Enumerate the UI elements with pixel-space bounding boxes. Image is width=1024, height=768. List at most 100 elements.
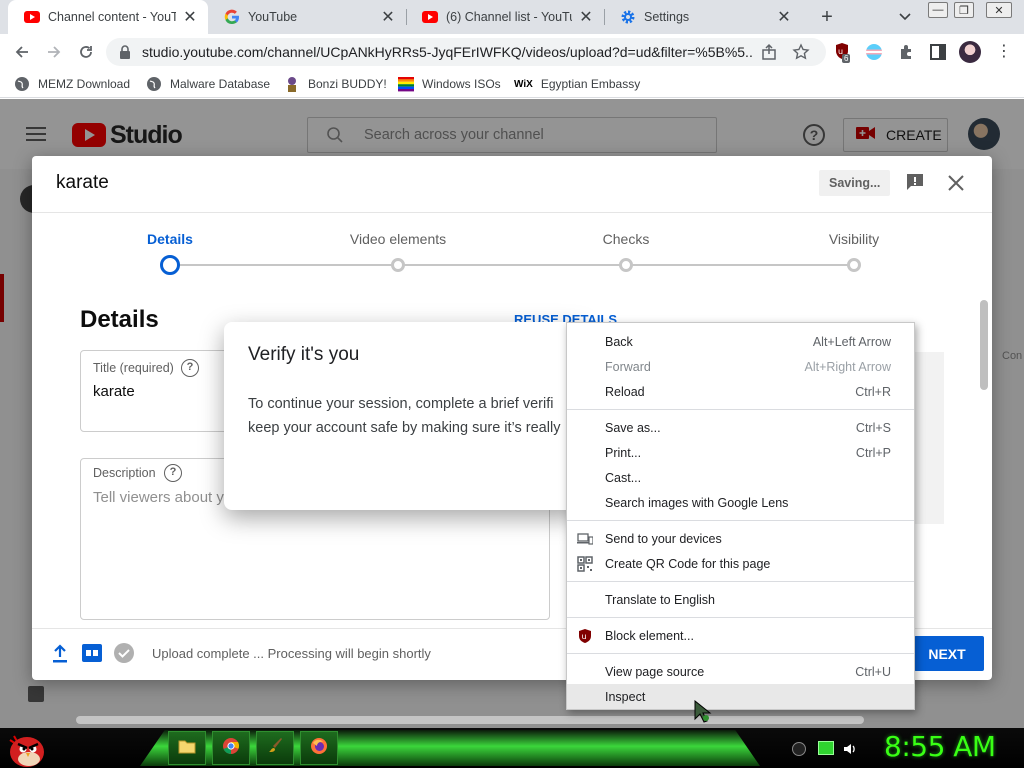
ublock-extension-icon[interactable]: u 6 <box>834 42 854 66</box>
menu-item-view-page-source[interactable]: View page source Ctrl+U <box>567 659 914 684</box>
menu-item-shortcut: Ctrl+P <box>855 445 891 460</box>
restore-button[interactable]: ❐ <box>954 2 974 18</box>
lock-icon[interactable] <box>118 44 132 60</box>
pride-extension-icon[interactable] <box>866 44 882 60</box>
youtube-icon <box>24 9 40 25</box>
menu-item-shortcut: Alt+Left Arrow <box>812 334 891 349</box>
menu-item-shortcut: Alt+Right Arrow <box>804 359 892 374</box>
minimize-button[interactable]: — <box>928 2 948 18</box>
gear-icon <box>620 9 636 25</box>
description-label: Description <box>93 466 156 480</box>
menu-item-back[interactable]: Back Alt+Left Arrow <box>567 329 914 354</box>
start-button-angry-bird-icon[interactable] <box>6 730 46 768</box>
step-label-4[interactable]: Visibility <box>754 231 954 247</box>
menu-item-cast[interactable]: Cast... <box>567 465 914 490</box>
taskbar-clock[interactable]: 8:55 AM <box>884 730 996 763</box>
horizontal-scrollbar[interactable] <box>76 716 864 724</box>
wix-icon: WiX <box>514 78 533 90</box>
tab-2[interactable]: YouTube ✕ <box>208 0 406 34</box>
tab-close-icon[interactable]: ✕ <box>182 7 198 27</box>
step-dot-2[interactable] <box>391 258 405 272</box>
tab-title: (6) Channel list - YouTube <box>446 10 572 24</box>
bookmark-egyptian-embassy[interactable]: WiX Egyptian Embassy <box>514 70 640 98</box>
extensions-puzzle-icon[interactable] <box>898 43 916 61</box>
menu-item-inspect[interactable]: Inspect <box>567 684 914 709</box>
new-tab-button[interactable]: + <box>816 6 838 28</box>
step-dot-1[interactable] <box>160 255 180 275</box>
tab-search-chevron-icon[interactable] <box>896 8 914 26</box>
side-panel-icon[interactable] <box>930 44 946 60</box>
tab-separator <box>406 9 407 25</box>
title-field-value[interactable]: karate <box>93 383 135 400</box>
share-icon[interactable] <box>760 43 778 61</box>
taskbar-app-firefox[interactable] <box>300 731 338 765</box>
feedback-icon[interactable] <box>905 172 925 192</box>
details-section-title: Details <box>80 306 159 333</box>
menu-item-create-qr-code-for-this-page[interactable]: Create QR Code for this page <box>567 551 914 576</box>
menu-item-save-as[interactable]: Save as... Ctrl+S <box>567 415 914 440</box>
menu-item-label: Block element... <box>605 628 694 643</box>
menu-item-send-to-your-devices[interactable]: Send to your devices <box>567 526 914 551</box>
title-field-label: Title (required) <box>93 361 174 375</box>
tab-4[interactable]: Settings ✕ <box>604 0 802 34</box>
title-help-icon[interactable]: ? <box>181 359 199 377</box>
tab-title: Settings <box>644 10 690 24</box>
url-text[interactable]: studio.youtube.com/channel/UCpANkHyRRs5-… <box>142 44 754 60</box>
tab-separator <box>604 9 605 25</box>
step-dot-4[interactable] <box>847 258 861 272</box>
menu-item-translate-to-english[interactable]: Translate to English <box>567 587 914 612</box>
step-label-3[interactable]: Checks <box>526 231 726 247</box>
close-dialog-icon[interactable] <box>946 173 966 193</box>
menu-separator <box>567 653 914 654</box>
dialog-scrollbar[interactable] <box>980 300 988 390</box>
qr-code-icon <box>577 555 593 572</box>
bookmark-malware-database[interactable]: Malware Database <box>146 70 270 98</box>
forward-arrow-icon[interactable] <box>36 34 72 70</box>
next-button[interactable]: NEXT <box>914 636 984 671</box>
tab-1[interactable]: Channel content - YouTube Studio ✕ <box>8 0 208 34</box>
menu-item-print[interactable]: Print... Ctrl+P <box>567 440 914 465</box>
svg-text:u: u <box>582 632 587 641</box>
close-window-button[interactable]: ✕ <box>986 2 1012 18</box>
globe-icon <box>146 76 162 92</box>
bookmark-bonzi-buddy[interactable]: Bonzi BUDDY! <box>284 70 387 98</box>
tray-shield-icon[interactable] <box>792 742 806 756</box>
reload-icon[interactable] <box>68 34 104 70</box>
ublock-icon: u <box>577 628 593 644</box>
description-placeholder[interactable]: Tell viewers about y <box>93 489 224 506</box>
taskbar-app-chrome[interactable] <box>212 731 250 765</box>
tab-3[interactable]: (6) Channel list - YouTube ✕ <box>406 0 604 34</box>
taskbar-app-paint[interactable] <box>256 731 294 765</box>
menu-item-label: Send to your devices <box>605 531 722 546</box>
bookmark-star-icon[interactable] <box>792 43 810 61</box>
chrome-icon <box>222 737 240 760</box>
tab-close-icon[interactable]: ✕ <box>776 7 792 27</box>
taskbar-app-explorer[interactable] <box>168 731 206 765</box>
description-help-icon[interactable]: ? <box>164 464 182 482</box>
tab-close-icon[interactable]: ✕ <box>578 7 594 27</box>
profile-avatar[interactable] <box>959 41 981 63</box>
bonzi-icon <box>284 76 300 92</box>
step-dot-3[interactable] <box>619 258 633 272</box>
step-label-1[interactable]: Details <box>70 231 270 247</box>
bookmark-memz[interactable]: MEMZ Download <box>14 70 130 98</box>
bookmark-label: Bonzi BUDDY! <box>308 77 387 91</box>
bookmark-windows-isos[interactable]: Windows ISOs <box>398 70 501 98</box>
menu-item-label: Inspect <box>605 689 646 704</box>
tab-close-icon[interactable]: ✕ <box>380 7 396 27</box>
chrome-menu-icon[interactable]: ⋮ <box>996 44 1012 62</box>
menu-item-reload[interactable]: Reload Ctrl+R <box>567 379 914 404</box>
bookmark-label: Malware Database <box>170 77 271 91</box>
checks-done-icon <box>114 643 134 663</box>
hd-icon <box>82 644 102 662</box>
back-arrow-icon[interactable] <box>4 34 40 70</box>
menu-item-search-images-with-google-lens[interactable]: Search images with Google Lens <box>567 490 914 515</box>
menu-item-label: Forward <box>605 359 651 374</box>
menu-item-label: Print... <box>605 445 642 460</box>
menu-item-block-element[interactable]: u Block element... <box>567 623 914 648</box>
menu-item-label: Save as... <box>605 420 661 435</box>
tray-network-icon[interactable] <box>818 741 834 755</box>
tray-volume-icon[interactable] <box>842 741 858 757</box>
menu-separator <box>567 617 914 618</box>
step-label-2[interactable]: Video elements <box>298 231 498 247</box>
